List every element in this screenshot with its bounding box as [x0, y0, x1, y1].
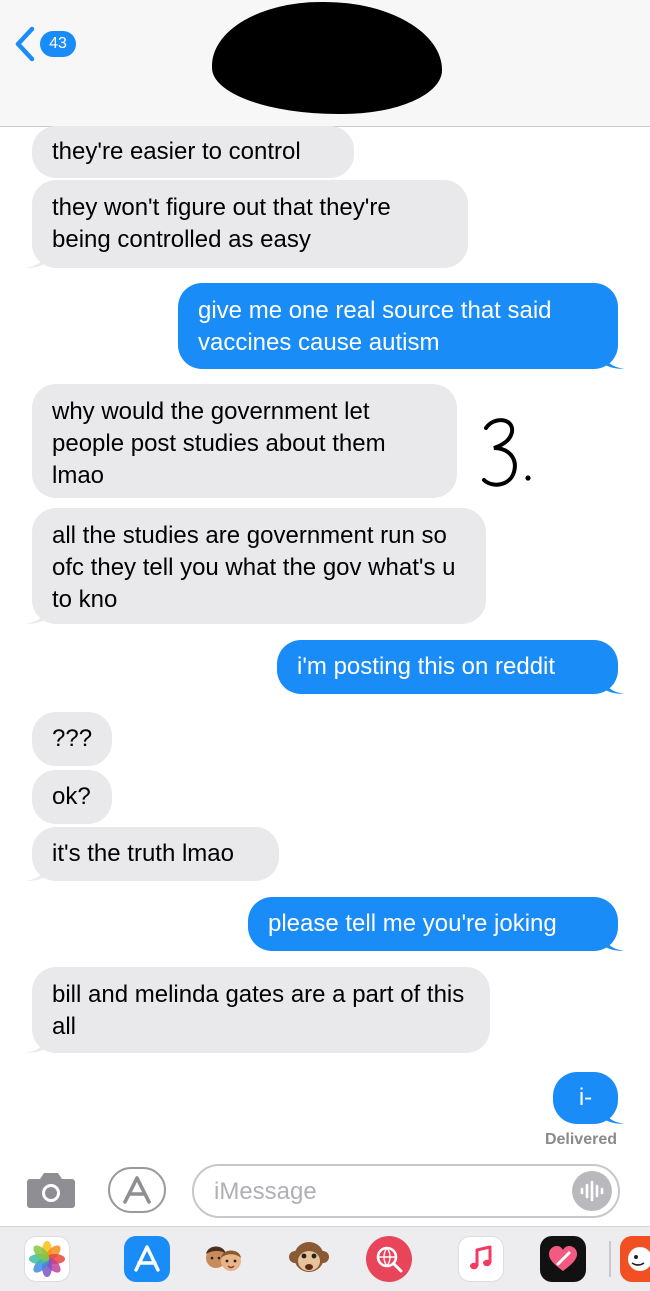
message-text: i- [578, 1084, 593, 1111]
back-button[interactable]: 43 [14, 26, 76, 62]
message-text: ??? [52, 725, 93, 752]
message-text: give me one real source that said vaccin… [198, 297, 552, 356]
message-text: bill and melinda gates are a part of thi… [52, 981, 465, 1040]
app-store-icon [134, 1245, 160, 1272]
message-text: all the studies are government run so of… [52, 522, 456, 613]
drawer-divider [609, 1241, 611, 1277]
web-search-app-button[interactable] [366, 1236, 412, 1282]
app-store-app-button[interactable] [124, 1236, 170, 1282]
voice-message-button[interactable] [572, 1171, 612, 1211]
message-bubble[interactable]: please tell me you're joking [248, 897, 625, 951]
monkey-animoji-icon [289, 1242, 329, 1272]
redacted-contact-name [212, 2, 442, 114]
sticker-app-button[interactable] [620, 1236, 650, 1282]
annotation-text: 3. [476, 414, 489, 418]
message-bubble[interactable]: i- [553, 1072, 625, 1124]
message-input-placeholder: iMessage [214, 1178, 317, 1205]
message-text: i'm posting this on reddit [297, 653, 556, 680]
message-text: they won't figure out that they're being… [52, 194, 391, 253]
message-text: they're easier to control [52, 138, 301, 165]
animoji-app-button[interactable] [286, 1236, 332, 1282]
app-drawer [0, 1226, 650, 1291]
message-bubble[interactable]: i'm posting this on reddit [277, 640, 625, 694]
message-bubble[interactable]: bill and melinda gates are a part of thi… [25, 967, 490, 1053]
digital-touch-app-button[interactable] [540, 1236, 586, 1282]
message-bubble[interactable]: all the studies are government run so of… [25, 508, 486, 624]
camera-button[interactable] [26, 1171, 76, 1214]
web-search-icon [376, 1246, 403, 1273]
message-bubble[interactable]: ok? [32, 770, 112, 824]
handwritten-annotation: 3. [476, 414, 531, 487]
message-bubble[interactable]: why would the government let people post… [32, 384, 457, 498]
message-bubble[interactable]: it's the truth lmao [25, 827, 279, 881]
conversation-header: 43 [0, 0, 650, 127]
app-store-button[interactable] [108, 1167, 166, 1213]
message-bubble[interactable]: they won't figure out that they're being… [25, 180, 468, 268]
message-input[interactable]: iMessage [192, 1164, 620, 1218]
message-text: it's the truth lmao [52, 840, 234, 867]
message-bubble[interactable]: give me one real source that said vaccin… [178, 283, 625, 369]
message-text: why would the government let people post… [52, 398, 386, 489]
memoji-icon [206, 1246, 241, 1271]
digital-touch-icon [549, 1246, 577, 1271]
sticker-icon [628, 1247, 650, 1271]
music-app-button[interactable] [458, 1236, 504, 1282]
app-store-icon [123, 1176, 151, 1204]
photos-icon [29, 1241, 65, 1277]
delivery-status: Delivered [544, 1131, 617, 1148]
music-icon [470, 1245, 492, 1270]
memoji-app-button[interactable] [200, 1236, 246, 1282]
chevron-left-icon [15, 26, 35, 62]
unread-count-badge: 43 [40, 31, 76, 57]
camera-icon [27, 1173, 75, 1208]
waveform-icon [580, 1180, 604, 1202]
message-bubble[interactable]: ??? [32, 712, 112, 766]
photos-app-button[interactable] [24, 1236, 70, 1282]
message-bubble[interactable]: they're easier to control [32, 126, 354, 178]
message-text: please tell me you're joking [268, 910, 557, 937]
message-text: ok? [52, 783, 91, 810]
